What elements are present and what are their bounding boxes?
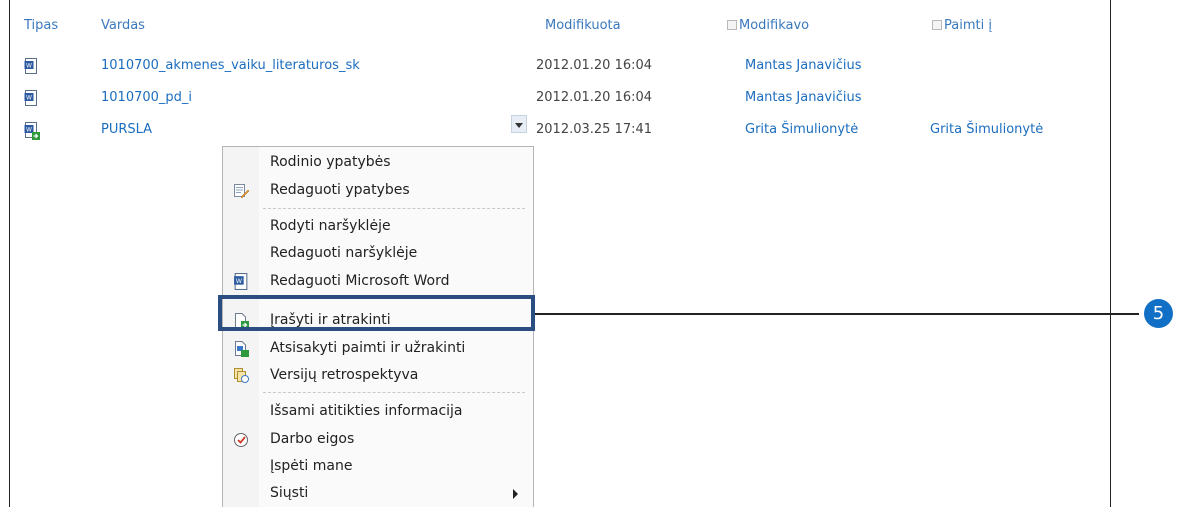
svg-text:W: W xyxy=(26,127,32,134)
menu-item-discard-checkout[interactable]: Atsisakyti paimti ir užrakinti xyxy=(223,335,533,362)
table-row: W PURSLA 2012.03.25 17:41 Grita Šimulion… xyxy=(0,117,1102,143)
menu-item-edit-properties[interactable]: Redaguoti ypatybes xyxy=(223,177,533,204)
highlight-box xyxy=(218,295,535,331)
table-row: W 1010700_akmenes_vaiku_literaturos_sk 2… xyxy=(0,53,1102,79)
column-header-name[interactable]: Vardas xyxy=(101,18,145,33)
word-doc-checked-out-icon[interactable]: W xyxy=(24,122,40,140)
svg-text:W: W xyxy=(26,63,32,70)
menu-item-compliance-details[interactable]: Išsami atitikties informacija xyxy=(223,398,533,425)
menu-item-label: Redaguoti ypatybes xyxy=(270,182,410,198)
menu-item-label: Išsami atitikties informacija xyxy=(270,403,463,419)
menu-separator xyxy=(263,392,525,393)
menu-item-view-in-browser[interactable]: Rodyti naršyklėje xyxy=(223,213,533,240)
document-name-link[interactable]: 1010700_akmenes_vaiku_literaturos_sk xyxy=(101,53,360,79)
workflow-icon xyxy=(234,433,248,447)
column-header-checked-out-label: Paimti į xyxy=(944,18,992,33)
menu-item-label: Rodinio ypatybės xyxy=(270,154,391,170)
version-history-icon xyxy=(234,368,249,383)
modified-by-link[interactable]: Grita Šimulionytė xyxy=(745,117,858,143)
menu-item-send-to[interactable]: Siųsti xyxy=(223,480,533,507)
discard-checkout-icon xyxy=(235,341,249,357)
svg-text:W: W xyxy=(26,95,32,102)
callout-line xyxy=(535,313,1139,315)
menu-item-label: Siųsti xyxy=(270,485,309,501)
menu-item-label: Atsisakyti paimti ir užrakinti xyxy=(270,340,466,356)
table-row: W 1010700_pd_i 2012.01.20 16:04 Mantas J… xyxy=(0,85,1102,111)
modified-date: 2012.01.20 16:04 xyxy=(536,90,653,105)
checkbox-icon xyxy=(727,20,737,30)
column-header-modified[interactable]: Modifikuota xyxy=(545,18,621,33)
menu-item-label: Redaguoti Microsoft Word xyxy=(270,273,450,289)
menu-item-label: Rodyti naršyklėje xyxy=(270,218,391,234)
checkbox-icon xyxy=(932,20,942,30)
callout-number-badge: 5 xyxy=(1144,299,1173,328)
checked-out-to-link[interactable]: Grita Šimulionytė xyxy=(930,117,1043,143)
menu-separator xyxy=(263,208,525,209)
modified-by-link[interactable]: Mantas Janavičius xyxy=(745,53,861,79)
menu-item-label: Versijų retrospektyva xyxy=(270,367,419,383)
menu-item-label: Darbo eigos xyxy=(270,431,355,447)
column-header-modified-by-label: Modifikavo xyxy=(739,18,810,33)
column-header-modified-by[interactable]: Modifikavo xyxy=(727,18,809,33)
word-icon: W xyxy=(234,273,248,290)
menu-item-edit-in-word[interactable]: W Redaguoti Microsoft Word xyxy=(223,268,533,295)
modified-date: 2012.03.25 17:41 xyxy=(536,122,653,137)
document-name-link[interactable]: PURSLA xyxy=(101,117,152,143)
modified-date: 2012.01.20 16:04 xyxy=(536,58,653,73)
menu-item-label: Įspėti mane xyxy=(270,458,353,474)
edit-properties-icon xyxy=(234,184,249,199)
modified-by-link[interactable]: Mantas Janavičius xyxy=(745,85,861,111)
menu-item-view-properties[interactable]: Rodinio ypatybės xyxy=(223,149,533,176)
menu-item-version-history[interactable]: Versijų retrospektyva xyxy=(223,362,533,389)
document-name-link[interactable]: 1010700_pd_i xyxy=(101,85,192,111)
menu-item-label: Redaguoti naršyklėje xyxy=(270,245,418,261)
column-header-type[interactable]: Tipas xyxy=(24,18,58,33)
menu-item-edit-in-browser[interactable]: Redaguoti naršyklėje xyxy=(223,240,533,267)
menu-item-workflows[interactable]: Darbo eigos xyxy=(223,426,533,453)
word-doc-icon[interactable]: W xyxy=(24,90,38,106)
word-doc-icon[interactable]: W xyxy=(24,58,38,74)
submenu-arrow-icon xyxy=(513,489,518,499)
menu-item-alert-me[interactable]: Įspėti mane xyxy=(223,453,533,480)
item-menu-dropdown-arrow[interactable] xyxy=(511,115,527,133)
column-header-checked-out[interactable]: Paimti į xyxy=(932,18,992,33)
svg-text:W: W xyxy=(236,277,243,285)
